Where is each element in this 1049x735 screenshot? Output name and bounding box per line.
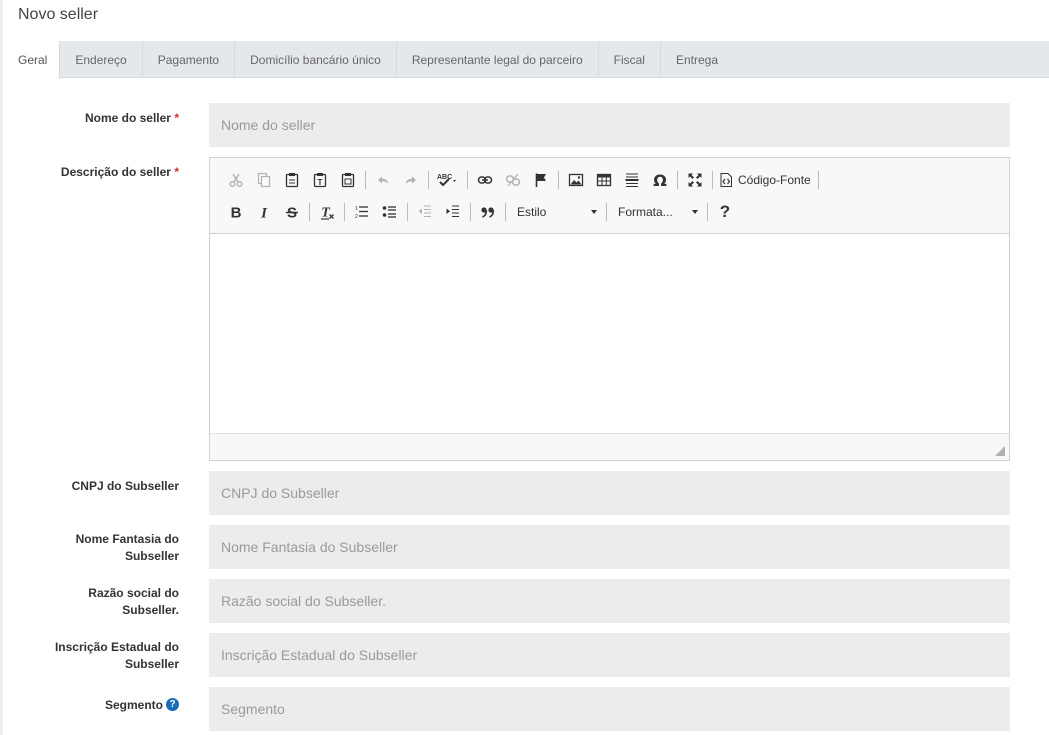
indent-icon[interactable] <box>439 200 467 224</box>
razao-social-input[interactable] <box>209 579 1010 623</box>
remove-format-icon[interactable]: T <box>313 200 341 224</box>
tab-representante-legal[interactable]: Representante legal do parceiro <box>397 41 599 78</box>
tab-bar: Geral Endereço Pagamento Domicílio bancá… <box>8 41 1049 79</box>
italic-icon[interactable]: I <box>250 200 278 224</box>
help-icon: ? <box>719 202 731 221</box>
toolbar-separator <box>558 171 559 189</box>
descricao-label: Descrição do seller * <box>29 164 179 181</box>
paste-icon[interactable] <box>278 168 306 192</box>
paste-word-icon[interactable] <box>334 168 362 192</box>
spellcheck-icon[interactable]: ABC <box>432 168 464 192</box>
toolbar-separator <box>606 203 607 221</box>
help-button[interactable]: ? <box>711 200 739 224</box>
toolbar-row-1: T ABC Ω Código-Fonte <box>222 164 1009 196</box>
page-title: Novo seller <box>18 6 99 23</box>
style-select[interactable]: Estilo <box>509 200 603 224</box>
resize-handle-icon[interactable] <box>995 446 1005 456</box>
source-code-label: Código-Fonte <box>738 173 811 187</box>
strikethrough-icon[interactable]: S <box>278 200 306 224</box>
bold-icon[interactable]: B <box>222 200 250 224</box>
cnpj-input[interactable] <box>209 471 1010 515</box>
toolbar-separator <box>344 203 345 221</box>
horizontal-rule-icon[interactable] <box>618 168 646 192</box>
toolbar-separator <box>677 171 678 189</box>
redo-icon[interactable] <box>397 168 425 192</box>
style-select-value: Estilo <box>517 205 547 219</box>
blockquote-icon[interactable] <box>474 200 502 224</box>
fantasia-label: Nome Fantasia do Subseller <box>75 532 179 563</box>
question-circle-icon[interactable]: ? <box>166 698 179 712</box>
toolbar-separator <box>470 203 471 221</box>
omega-icon[interactable]: Ω <box>646 168 674 192</box>
toolbar-row-2: B I S T 12 Estilo Formata... ? <box>222 196 1009 228</box>
toolbar-separator <box>428 171 429 189</box>
bullet-list-icon[interactable] <box>376 200 404 224</box>
svg-text:2: 2 <box>355 214 358 220</box>
toolbar-separator <box>712 171 713 189</box>
copy-icon[interactable] <box>250 168 278 192</box>
nome-label: Nome do seller * <box>29 110 179 127</box>
tab-entrega[interactable]: Entrega <box>661 41 733 78</box>
toolbar-separator <box>467 171 468 189</box>
format-select[interactable]: Formata... <box>610 200 704 224</box>
toolbar-separator <box>707 203 708 221</box>
rich-text-editor: T ABC Ω Código-Fonte B I S T 1 2 Estilo … <box>209 157 1010 461</box>
required-mark: * <box>174 111 179 125</box>
chevron-down-icon <box>591 210 597 214</box>
descricao-label-text: Descrição do seller <box>60 165 171 179</box>
tab-endereco[interactable]: Endereço <box>60 41 143 78</box>
cnpj-label: CNPJ do Subseller <box>71 479 179 493</box>
source-code-icon <box>720 173 732 187</box>
link-icon[interactable] <box>471 168 499 192</box>
segmento-label: Segmento? <box>29 697 179 714</box>
svg-text:I: I <box>260 206 268 221</box>
editor-content-area[interactable] <box>210 234 1009 434</box>
svg-text:Ω: Ω <box>653 172 667 188</box>
segmento-input[interactable] <box>209 687 1010 731</box>
tab-geral[interactable]: Geral <box>8 41 61 79</box>
svg-text:T: T <box>318 178 323 187</box>
svg-text:B: B <box>231 205 242 221</box>
page-left-edge <box>0 0 3 735</box>
cut-icon[interactable] <box>222 168 250 192</box>
unlink-icon[interactable] <box>499 168 527 192</box>
nome-label-text: Nome do seller <box>84 111 171 125</box>
required-mark: * <box>174 165 179 179</box>
outdent-icon[interactable] <box>411 200 439 224</box>
chevron-down-icon <box>692 210 698 214</box>
segmento-label-text: Segmento <box>104 698 163 712</box>
toolbar-separator <box>309 203 310 221</box>
numbered-list-icon[interactable]: 12 <box>348 200 376 224</box>
svg-text:1: 1 <box>355 206 358 212</box>
toolbar-separator <box>407 203 408 221</box>
inscricao-estadual-input[interactable] <box>209 633 1010 677</box>
source-code-button[interactable]: Código-Fonte <box>716 168 815 192</box>
maximize-icon[interactable] <box>681 168 709 192</box>
flag-icon[interactable] <box>527 168 555 192</box>
tab-pagamento[interactable]: Pagamento <box>143 41 236 78</box>
tab-fiscal[interactable]: Fiscal <box>599 41 661 78</box>
razao-label: Razão social do Subseller. <box>88 586 179 617</box>
inscricao-label: Inscrição Estadual do Subseller <box>54 640 179 671</box>
toolbar-separator <box>365 171 366 189</box>
undo-icon[interactable] <box>369 168 397 192</box>
paste-text-icon[interactable]: T <box>306 168 334 192</box>
nome-seller-input[interactable] <box>209 103 1010 147</box>
svg-text:ABC: ABC <box>437 174 452 181</box>
tab-domicilio-bancario[interactable]: Domicílio bancário único <box>235 41 397 78</box>
nome-fantasia-input[interactable] <box>209 525 1010 569</box>
toolbar-separator <box>505 203 506 221</box>
toolbar-separator <box>817 171 819 189</box>
editor-toolbar: T ABC Ω Código-Fonte B I S T 1 2 Estilo … <box>210 158 1009 234</box>
image-icon[interactable] <box>562 168 590 192</box>
editor-status-bar <box>210 433 1009 460</box>
table-icon[interactable] <box>590 168 618 192</box>
format-select-value: Formata... <box>618 205 673 219</box>
